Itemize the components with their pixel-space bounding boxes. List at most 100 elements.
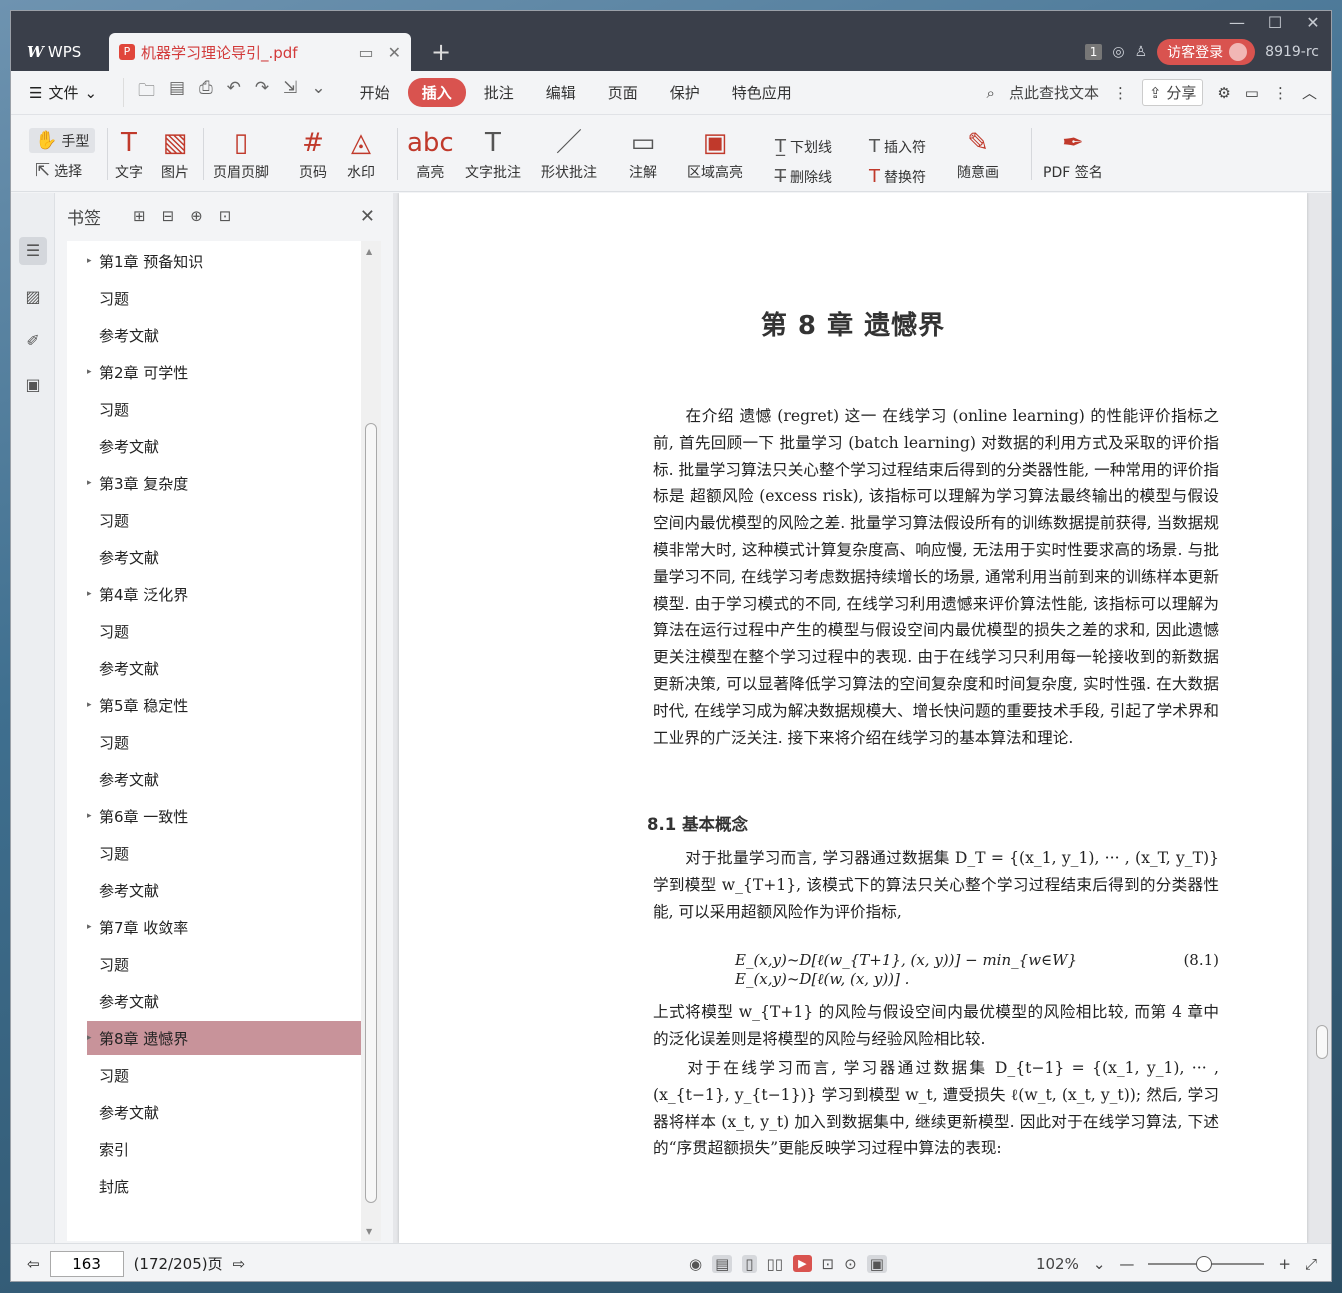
bookmark-item[interactable]: 习题 [87,836,361,870]
open-folder-icon[interactable]: 🗀 [138,78,155,107]
scroll-down-icon[interactable]: ▼ [366,1227,372,1236]
cloud-icon[interactable]: ◎ [1112,44,1124,60]
bookmark-scroll-thumb[interactable] [365,423,377,1203]
close-tab-icon[interactable]: ✕ [388,43,401,62]
fullscreen-icon[interactable]: ⤢ [1305,1255,1317,1273]
fit-page-icon[interactable]: ⊙ [844,1255,857,1273]
document-scroll-thumb[interactable] [1316,1025,1328,1059]
bookmark-item[interactable]: 参考文献 [87,1095,361,1129]
tab-document[interactable]: P 机器学习理论导引_.pdf ▭ ✕ [109,33,411,71]
annotation-list-icon[interactable]: ✐ [19,327,47,355]
header-footer-button[interactable]: ▯ 页眉页脚 [213,124,269,182]
zoom-value[interactable]: 102% [1036,1255,1079,1273]
file-menu[interactable]: ☰ 文件 ⌄ [11,82,123,103]
text-comment-button[interactable]: T 文字批注 [465,124,521,182]
strikethrough-button[interactable]: T̶ 删除线 [775,166,832,187]
bookmark-item[interactable]: ▸ 第2章 可学性 [87,355,361,389]
export-icon[interactable]: ⇲ [283,78,297,107]
window-count-badge[interactable]: 1 [1084,44,1103,60]
pdf-sign-button[interactable]: ✒ PDF 签名 [1043,124,1103,182]
bookmark-item[interactable]: ▸ 第1章 预备知识 [87,244,361,278]
redo-icon[interactable]: ↷ [255,78,269,107]
settings-gear-icon[interactable]: ⚙ [1217,84,1230,102]
bookmark-item[interactable]: 索引 [87,1132,361,1166]
bookmark-item[interactable]: 习题 [87,614,361,648]
bookmark-item[interactable]: 参考文献 [87,762,361,796]
scroll-up-icon[interactable]: ▲ [366,247,372,256]
close-panel-icon[interactable]: ✕ [360,206,375,227]
insert-image-button[interactable]: ▧ 图片 [161,124,189,182]
freehand-button[interactable]: ✎ 随意画 [957,124,999,182]
bookmark-item[interactable]: 习题 [87,725,361,759]
watermark-button[interactable]: ◬ 水印 [347,124,375,182]
expand-arrow-icon[interactable]: ▸ [87,367,99,377]
annotation-button[interactable]: ▭ 注解 [629,124,657,182]
zoom-slider[interactable] [1148,1255,1265,1272]
print-icon[interactable]: ⎙ [199,78,213,107]
undo-icon[interactable]: ↶ [227,78,241,107]
bookmark-scrollbar[interactable]: ▲ ▼ [361,241,381,1241]
bookmark-item[interactable]: 封底 [87,1169,361,1203]
document-scrollbar[interactable] [1313,193,1331,1243]
login-button[interactable]: 访客登录 [1157,39,1256,65]
eye-protection-icon[interactable]: ◉ [689,1255,702,1273]
tab-start[interactable]: 开始 [346,78,404,107]
more-vertical-icon[interactable]: ⋮ [1113,84,1128,102]
page-number-button[interactable]: # 页码 [299,124,327,182]
select-tool-button[interactable]: ⇱ 选择 [35,160,82,181]
bookmark-item[interactable]: ▸ 第3章 复杂度 [87,466,361,500]
thumbnail-icon[interactable]: ▨ [19,283,47,311]
highlight-button[interactable]: abc 高亮 [407,124,454,182]
add-bookmark-icon[interactable]: ⊕ [190,207,203,225]
skin-icon[interactable]: ♙ [1135,44,1148,60]
bookmark-item[interactable]: 习题 [87,392,361,426]
insert-mark-button[interactable]: T 插入符 [869,136,926,157]
underline-button[interactable]: T̲ 下划线 [775,136,832,157]
tab-insert[interactable]: 插入 [407,78,466,107]
tab-wps-home[interactable]: W WPS [19,33,107,71]
bookmark-item[interactable]: ▸ 第5章 稳定性 [87,688,361,722]
maximize-icon[interactable]: ☐ [1267,13,1283,32]
screen-icon[interactable]: ▭ [358,43,373,62]
expand-arrow-icon[interactable]: ▸ [87,256,99,266]
bookmark-item[interactable]: 参考文献 [87,873,361,907]
collapse-ribbon-icon[interactable]: ︿ [1302,82,1317,103]
bookmark-item[interactable]: 习题 [87,1058,361,1092]
tab-special-apps[interactable]: 特色应用 [718,78,806,107]
tab-protect[interactable]: 保护 [656,78,714,107]
bookmark-item[interactable]: ▸ 第4章 泛化界 [87,577,361,611]
expand-all-icon[interactable]: ⊞ [133,207,146,225]
more-dropdown-icon[interactable]: ⌄ [311,78,325,107]
bookmark-item[interactable]: 参考文献 [87,318,361,352]
document-viewport[interactable]: 第 8 章 遗憾界 在介绍 遗憾 (regret) 这一 在线学习 (onlin… [393,193,1331,1243]
fit-width-icon[interactable]: ▣ [866,1254,887,1273]
bookmark-item[interactable]: 参考文献 [87,651,361,685]
continuous-view-icon[interactable]: ▤ [712,1254,733,1273]
expand-arrow-icon[interactable]: ▸ [87,478,99,488]
bookmark-settings-icon[interactable]: ⊡ [219,207,232,225]
expand-arrow-icon[interactable]: ▸ [87,811,99,821]
save-icon[interactable]: ▤ [169,78,185,107]
bookmark-item[interactable]: 参考文献 [87,984,361,1018]
zoom-slider-knob[interactable] [1196,1255,1213,1272]
tab-page[interactable]: 页面 [594,78,652,107]
bookmark-item[interactable]: ▸ 第7章 收敛率 [87,910,361,944]
bookmark-item[interactable]: 参考文献 [87,540,361,574]
signature-list-icon[interactable]: ▣ [19,371,47,399]
search-icon[interactable]: ⌕ [987,84,995,102]
expand-arrow-icon[interactable]: ▸ [87,589,99,599]
zoom-in-icon[interactable]: + [1278,1255,1291,1273]
expand-arrow-icon[interactable]: ▸ [87,1033,99,1043]
expand-arrow-icon[interactable]: ▸ [87,922,99,932]
bookmark-item[interactable]: 习题 [87,281,361,315]
bookmark-item[interactable]: 参考文献 [87,429,361,463]
close-window-icon[interactable]: ✕ [1305,13,1321,32]
minimize-icon[interactable]: — [1229,13,1245,32]
actual-size-icon[interactable]: ⊡ [822,1255,835,1273]
bookmark-panel-icon[interactable]: ☰ [19,237,47,265]
tab-edit[interactable]: 编辑 [532,78,590,107]
more-options-icon[interactable]: ⋮ [1273,84,1288,102]
comment-icon[interactable]: ▭ [1245,84,1259,102]
bookmark-item[interactable]: 习题 [87,947,361,981]
bookmark-item[interactable]: 习题 [87,503,361,537]
